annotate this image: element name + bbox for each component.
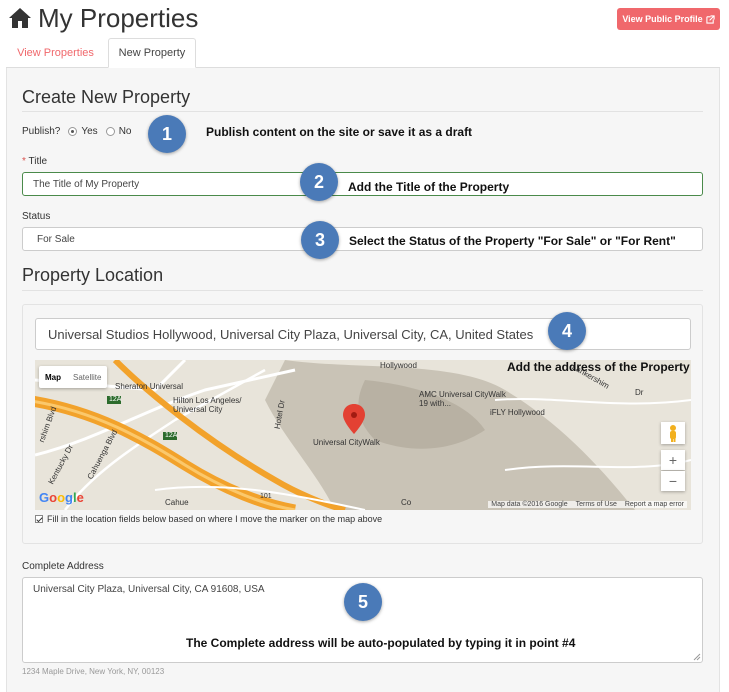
map-widget[interactable]: Map Satellite Hollywood Sheraton Univers… [35, 360, 691, 510]
property-location-heading: Property Location [22, 265, 164, 285]
map-label: Sheraton Universal [115, 382, 184, 391]
map-label: 101 [260, 493, 272, 500]
complete-address-label: Complete Address [22, 561, 104, 572]
google-logo: Google [39, 490, 84, 505]
map-label: 12A [109, 396, 122, 403]
divider [22, 111, 703, 112]
annotation-note-5: The Complete address will be auto-popula… [186, 636, 576, 650]
map-label: Co [401, 498, 412, 507]
annotation-note-1: Publish content on the site or save it a… [206, 125, 473, 139]
terms-of-use-link[interactable]: Terms of Use [576, 501, 617, 508]
page-header: My Properties [8, 2, 198, 34]
map-label: Hollywood [380, 361, 417, 370]
address-input[interactable]: Universal Studios Hollywood, Universal C… [35, 318, 691, 350]
external-link-icon [706, 14, 715, 24]
publish-no-radio[interactable] [105, 127, 115, 136]
annotation-badge-2: 2 [300, 163, 338, 201]
annotation-badge-4: 4 [548, 312, 586, 350]
tab-new-property[interactable]: New Property [108, 38, 196, 68]
map-label: AMC Universal CityWalk 19 with... [419, 390, 506, 408]
annotation-badge-1: 1 [148, 115, 186, 153]
page-title: My Properties [38, 2, 199, 33]
resize-handle-icon[interactable] [693, 653, 701, 661]
title-label: * Title [22, 156, 47, 167]
required-mark: * [22, 156, 26, 167]
annotation-note-3: Select the Status of the Property "For S… [349, 234, 676, 248]
home-icon [9, 8, 31, 28]
marker-fill-label: Fill in the location fields below based … [47, 514, 383, 524]
map-label: 12A [165, 432, 178, 439]
status-label: Status [22, 211, 51, 222]
annotation-note-4: Add the address of the Property [507, 360, 690, 374]
zoom-in-button[interactable]: + [661, 450, 685, 470]
publish-no-label: No [118, 126, 132, 137]
map-label: Cahue [165, 498, 189, 507]
tab-view-properties[interactable]: View Properties [6, 38, 105, 68]
divider [22, 290, 703, 291]
map-type-map-button[interactable]: Map [39, 366, 67, 388]
view-public-profile-button[interactable]: View Public Profile [617, 8, 720, 30]
map-label: Hilton Los Angeles/ Universal City [173, 396, 242, 414]
publish-yes-label: Yes [81, 126, 98, 137]
title-label-text: Title [28, 156, 48, 167]
map-label: Universal CityWalk [313, 438, 380, 447]
complete-address-help: 1234 Maple Drive, New York, NY, 00123 [22, 667, 165, 676]
zoom-out-button[interactable]: − [661, 471, 685, 491]
map-type-control: Map Satellite [39, 366, 108, 388]
report-map-error-link[interactable]: Report a map error [625, 501, 684, 508]
map-type-satellite-button[interactable]: Satellite [67, 366, 107, 388]
annotation-badge-3: 3 [301, 221, 339, 259]
marker-fill-option: Fill in the location fields below based … [35, 514, 382, 524]
publish-label: Publish? [22, 126, 61, 137]
publish-yes-radio[interactable] [68, 127, 78, 136]
marker-fill-checkbox[interactable] [35, 515, 43, 523]
map-label: Dr [635, 388, 644, 397]
map-footer: Map data ©2016 Google Terms of Use Repor… [488, 501, 687, 508]
publish-radio-group: Publish? Yes No [22, 126, 131, 137]
create-property-heading: Create New Property [22, 87, 191, 107]
profile-button-label: View Public Profile [622, 14, 703, 24]
street-view-pegman-icon[interactable] [661, 422, 685, 444]
map-data-credit: Map data ©2016 Google [491, 501, 568, 508]
annotation-note-2: Add the Title of the Property [348, 180, 510, 194]
tab-bar: View Properties New Property [6, 38, 720, 68]
annotation-badge-5: 5 [344, 583, 382, 621]
map-label: iFLY Hollywood [490, 408, 545, 417]
